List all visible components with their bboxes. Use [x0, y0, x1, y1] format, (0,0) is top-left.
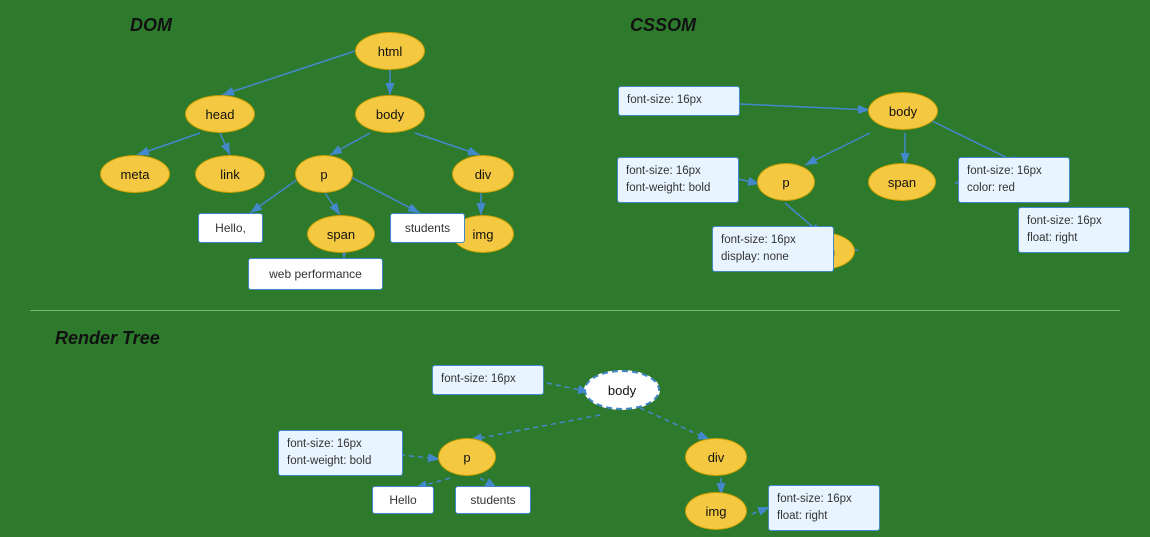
rt-body-node: body	[584, 370, 660, 410]
rt-p-props-line1: font-size: 16px	[287, 436, 362, 453]
cssom-img-props: font-size: 16px float: right	[1018, 207, 1130, 253]
rt-img-props-line2: float: right	[777, 508, 828, 525]
dom-div-node: div	[452, 155, 514, 193]
dom-body-node: body	[355, 95, 425, 133]
cssom-span-props-line2: color: red	[967, 180, 1015, 197]
cssom-p-props-line2: font-weight: bold	[626, 180, 710, 197]
section-divider	[30, 310, 1120, 311]
cssom-span2-props-line1: font-size: 16px	[721, 232, 796, 249]
rt-students-box: students	[455, 486, 531, 514]
cssom-span-node: span	[868, 163, 936, 201]
cssom-img-props-line2: float: right	[1027, 230, 1078, 247]
cssom-span2-props-line2: display: none	[721, 249, 789, 266]
dom-p-node: p	[295, 155, 353, 193]
arrows-svg	[0, 0, 1150, 537]
rt-fontsize-box: font-size: 16px	[432, 365, 544, 395]
cssom-title: CSSOM	[630, 15, 696, 36]
diagram-container: DOM CSSOM Render Tree html head body met…	[0, 0, 1150, 537]
cssom-body-props-text: font-size: 16px	[627, 92, 702, 109]
cssom-body-node: body	[868, 92, 938, 130]
cssom-img-props-line1: font-size: 16px	[1027, 213, 1102, 230]
cssom-span-props: font-size: 16px color: red	[958, 157, 1070, 203]
dom-students-box: students	[390, 213, 465, 243]
rt-img-node: img	[685, 492, 747, 530]
dom-html-node: html	[355, 32, 425, 70]
dom-title: DOM	[130, 15, 172, 36]
dom-head-node: head	[185, 95, 255, 133]
rt-hello-box: Hello	[372, 486, 434, 514]
dom-span-node: span	[307, 215, 375, 253]
dom-link-node: link	[195, 155, 265, 193]
dom-hello-box: Hello,	[198, 213, 263, 243]
rt-img-props-box: font-size: 16px float: right	[768, 485, 880, 531]
cssom-body-props: font-size: 16px	[618, 86, 740, 116]
render-tree-title: Render Tree	[55, 328, 160, 349]
rt-fontsize-text: font-size: 16px	[441, 371, 516, 388]
cssom-span2-props: font-size: 16px display: none	[712, 226, 834, 272]
rt-p-props-line2: font-weight: bold	[287, 453, 371, 470]
rt-div-node: div	[685, 438, 747, 476]
cssom-p-props-line1: font-size: 16px	[626, 163, 701, 180]
dom-webperf-box: web performance	[248, 258, 383, 290]
cssom-span-props-line1: font-size: 16px	[967, 163, 1042, 180]
dom-meta-node: meta	[100, 155, 170, 193]
cssom-p-node: p	[757, 163, 815, 201]
cssom-p-props: font-size: 16px font-weight: bold	[617, 157, 739, 203]
rt-img-props-line1: font-size: 16px	[777, 491, 852, 508]
rt-p-node: p	[438, 438, 496, 476]
rt-p-props-box: font-size: 16px font-weight: bold	[278, 430, 403, 476]
